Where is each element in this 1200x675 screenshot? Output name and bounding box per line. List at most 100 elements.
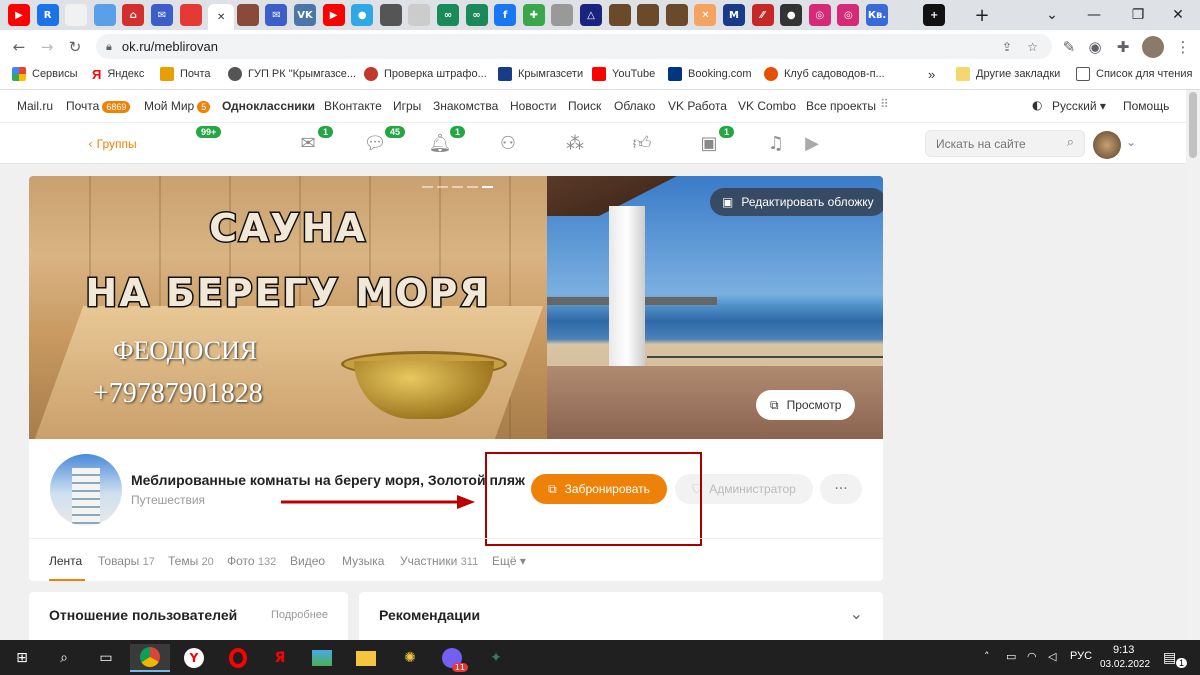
- language-select[interactable]: Русский ▾: [1052, 99, 1106, 113]
- browser-tab-mail-icon[interactable]: ✉: [265, 4, 288, 26]
- address-bar[interactable]: 🔒︎ ok.ru/meblirovan ⇪ ☆: [96, 34, 1052, 59]
- browser-tab-owl-icon[interactable]: ∞: [437, 4, 459, 26]
- task-view-icon[interactable]: ▭: [92, 644, 120, 672]
- music-note-icon[interactable]: ♫: [764, 131, 788, 155]
- dating-link[interactable]: Знакомства: [433, 99, 498, 113]
- notifications-icon[interactable]: ▤: [1163, 650, 1176, 666]
- vk-work-link[interactable]: VK Работа: [668, 99, 727, 113]
- guests-footprints-icon[interactable]: ⁂: [563, 131, 587, 155]
- bookmark-krymgazseti[interactable]: Крымгазсети: [498, 67, 583, 81]
- profile-avatar[interactable]: [1142, 36, 1164, 58]
- network-app-icon[interactable]: ✺: [396, 644, 424, 672]
- browser-tab-mail-icon[interactable]: ✉: [151, 4, 173, 26]
- new-tab-button[interactable]: +: [960, 0, 1004, 30]
- close-window-button[interactable]: ✕: [1156, 0, 1200, 30]
- clock-time[interactable]: 9:13: [1113, 644, 1134, 656]
- browser-tab-photo-icon[interactable]: [551, 4, 574, 26]
- browser-tab-owl-icon[interactable]: ∞: [465, 4, 488, 26]
- edit-cover-button[interactable]: ▣ Редактировать обложку: [710, 188, 883, 216]
- carousel-dot[interactable]: [467, 186, 478, 188]
- browser-tab-github-icon[interactable]: ●: [780, 4, 803, 26]
- site-search[interactable]: ⌕: [925, 130, 1085, 157]
- chevron-down-icon[interactable]: ⌄: [850, 604, 863, 623]
- reading-list[interactable]: Список для чтения: [1076, 67, 1192, 81]
- search-link[interactable]: Поиск: [568, 99, 601, 113]
- carousel-dot[interactable]: [452, 186, 463, 188]
- browser-tab-photo-icon[interactable]: [665, 4, 688, 26]
- bookmark-booking[interactable]: Booking.com: [668, 67, 752, 81]
- pochta-link[interactable]: Почта 6869: [66, 99, 131, 113]
- bookmark-services[interactable]: Сервисы: [12, 67, 78, 81]
- odnoklassniki-link[interactable]: Одноклассники: [222, 99, 315, 113]
- browser-tab-youtube-icon[interactable]: ▶: [322, 4, 345, 26]
- reload-icon[interactable]: ↻: [64, 36, 86, 58]
- carousel-dot[interactable]: [437, 186, 448, 188]
- browser-tab-cloud-icon[interactable]: [408, 4, 431, 26]
- all-projects-link[interactable]: Все проекты: [806, 99, 876, 113]
- search-icon[interactable]: ⌕: [50, 644, 78, 672]
- chrome-icon[interactable]: [130, 644, 170, 672]
- group-category[interactable]: Путешествия: [131, 493, 205, 507]
- browser-tab-vk-icon[interactable]: VK: [294, 4, 316, 26]
- browser-tab-globe-icon[interactable]: ●: [351, 4, 374, 26]
- share-icon[interactable]: ⇪: [1002, 40, 1012, 54]
- back-to-groups[interactable]: ‹ Группы: [88, 137, 137, 151]
- tab-music[interactable]: Музыка: [342, 554, 384, 568]
- back-arrow-icon[interactable]: ←: [8, 36, 30, 58]
- yandex-icon[interactable]: Я: [266, 644, 294, 672]
- carousel-dot-active[interactable]: [482, 186, 493, 188]
- scrollbar-thumb[interactable]: [1189, 92, 1197, 158]
- browser-tab-youtube-icon[interactable]: ▶: [8, 4, 30, 26]
- yandex-browser-icon[interactable]: Y: [180, 644, 208, 672]
- browser-tab-facebook-icon[interactable]: f: [494, 4, 517, 26]
- bookmark-mail[interactable]: Почта: [160, 67, 211, 81]
- bookmark-youtube[interactable]: YouTube: [592, 67, 655, 81]
- grid-icon[interactable]: ⠿: [880, 97, 889, 111]
- browser-tab-blank-icon[interactable]: [894, 4, 917, 26]
- bookmark-star-icon[interactable]: ☆: [1027, 40, 1038, 54]
- extensions-icon[interactable]: ✚: [1112, 36, 1134, 58]
- minimize-button[interactable]: —: [1072, 0, 1116, 30]
- browser-tab-photo-icon[interactable]: [236, 4, 259, 26]
- browser-tab-photo-icon[interactable]: [379, 4, 402, 26]
- battery-icon[interactable]: ▭: [1006, 650, 1016, 663]
- browser-tab-apps-icon[interactable]: [93, 4, 116, 26]
- browser-tab-docs-icon[interactable]: [65, 4, 88, 26]
- tab-more[interactable]: Ещё ▾: [492, 554, 526, 568]
- opera-icon[interactable]: [224, 644, 252, 672]
- bookmark-fines[interactable]: Проверка штрафо...: [364, 67, 487, 81]
- vk-combo-link[interactable]: VK Combo: [738, 99, 796, 113]
- search-icon[interactable]: ⌕: [1067, 135, 1074, 150]
- browser-tab-add-circle-icon[interactable]: +: [923, 4, 946, 26]
- clock-date[interactable]: 03.02.2022: [1100, 659, 1150, 670]
- vkontakte-link[interactable]: ВКонтакте: [324, 99, 382, 113]
- restore-button[interactable]: ❐: [1116, 0, 1160, 30]
- menu-icon[interactable]: ⋮: [1172, 36, 1194, 58]
- tab-video[interactable]: Видео: [290, 554, 325, 568]
- more-options-button[interactable]: ···: [820, 474, 862, 504]
- preview-button[interactable]: ⧉ Просмотр: [756, 390, 856, 420]
- likes-thumbs-up-icon[interactable]: 👍︎: [630, 131, 654, 155]
- tray-expand-icon[interactable]: ˄: [984, 650, 990, 663]
- details-link[interactable]: Подробнее: [271, 609, 328, 621]
- messages-icon[interactable]: ✉: [296, 131, 320, 155]
- eye-icon[interactable]: ◉: [1084, 36, 1106, 58]
- browser-tab-slash-icon[interactable]: ⁄⁄: [751, 4, 774, 26]
- wifi-icon[interactable]: ◠: [1027, 650, 1037, 663]
- chevron-down-icon[interactable]: ⌄: [1126, 135, 1136, 149]
- browser-tab-photo-icon[interactable]: [637, 4, 660, 26]
- news-link[interactable]: Новости: [510, 99, 556, 113]
- browser-tab-rutube-icon[interactable]: R: [36, 4, 59, 26]
- tab-products[interactable]: Товары 17: [98, 554, 155, 568]
- bookmark-gup-rk[interactable]: ГУП РК "Крымгазсе...: [228, 67, 356, 81]
- input-language[interactable]: РУС: [1070, 650, 1092, 662]
- tab-search-icon[interactable]: ⌄: [1030, 0, 1074, 30]
- tab-members[interactable]: Участники 311: [400, 554, 478, 568]
- windows-start-icon[interactable]: ⊞: [8, 644, 36, 672]
- active-tab-close-icon[interactable]: ✕: [208, 4, 235, 30]
- browser-tab-tools-icon[interactable]: ✕: [694, 4, 717, 26]
- browser-tab-home-icon[interactable]: ⌂: [122, 4, 145, 26]
- group-avatar[interactable]: [50, 454, 122, 526]
- browser-tab-puzzle-icon[interactable]: ✚: [522, 4, 545, 26]
- user-avatar[interactable]: [1093, 131, 1121, 159]
